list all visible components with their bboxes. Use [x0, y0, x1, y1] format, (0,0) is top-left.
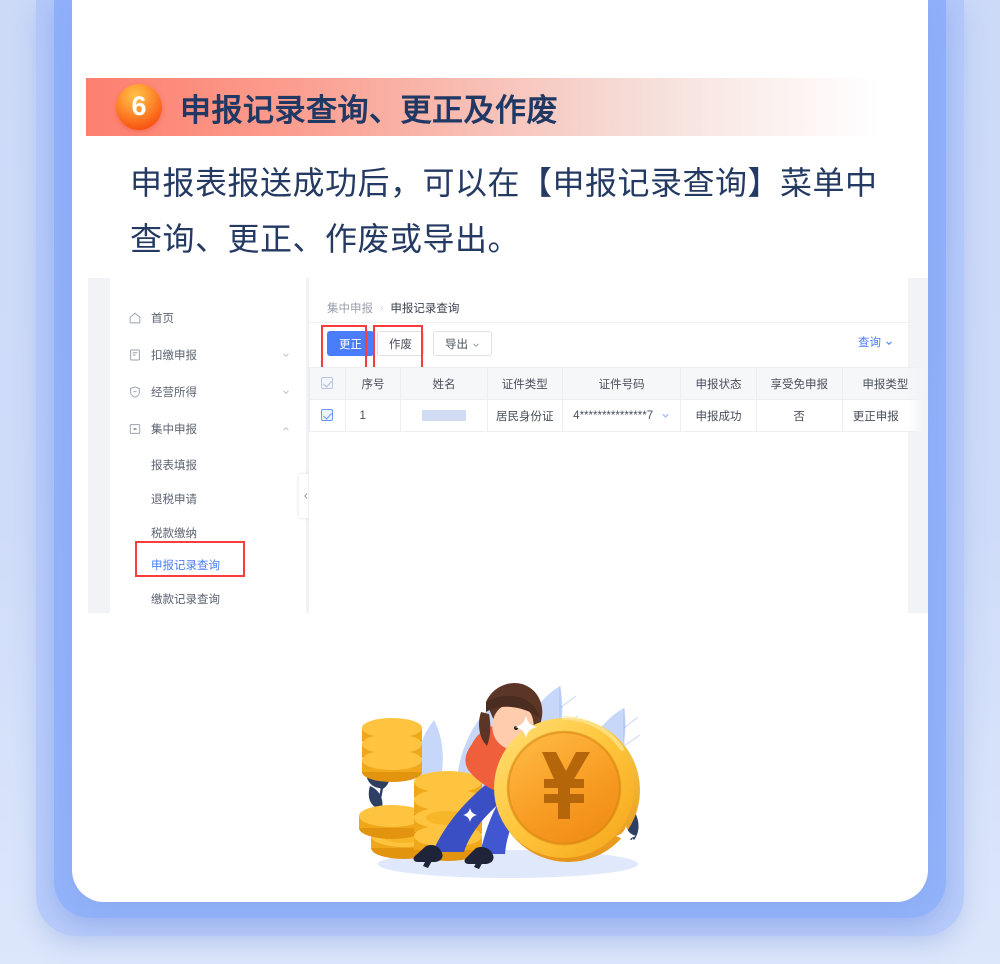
content-card: 6 申报记录查询、更正及作废 申报表报送成功后，可以在【申报记录查询】菜单中查询…: [72, 0, 928, 902]
breadcrumb-current: 申报记录查询: [390, 303, 460, 315]
section-paragraph: 申报表报送成功后，可以在【申报记录查询】菜单中查询、更正、作废或导出。: [130, 165, 878, 257]
export-button[interactable]: 导出: [433, 331, 492, 356]
correct-button[interactable]: 更正: [327, 331, 374, 356]
sidebar-item-payment-record-query[interactable]: 缴款记录查询: [110, 586, 306, 612]
sidebar-item-label: 扣缴申报: [151, 350, 197, 362]
chevron-down-icon: [282, 388, 290, 396]
section-number-badge: 6: [116, 84, 162, 130]
cell-index: 1: [344, 399, 402, 432]
section-title: 申报记录查询、更正及作废: [180, 92, 558, 128]
screenshot-right-fade: [908, 278, 928, 613]
shield-icon: [128, 385, 142, 399]
cell-id-number: 4***************7: [561, 399, 682, 432]
sidebar-item-label: 首页: [151, 313, 174, 325]
cell-exempt: 否: [755, 399, 843, 432]
chevron-down-icon: [472, 340, 480, 348]
row-select-cell[interactable]: [309, 399, 346, 432]
table-row[interactable]: 1 居民身份证 4***************7 申报成功 否 更正申报: [309, 399, 928, 432]
export-button-label: 导出: [445, 338, 468, 351]
query-toggle[interactable]: 查询: [858, 334, 893, 350]
app-main-panel: 集中申报 › 申报记录查询 更正 作废 导出 查询 序号 姓名 证件类型 证件号…: [308, 278, 928, 613]
checkbox-icon[interactable]: [321, 377, 334, 390]
column-header-exempt: 享受免申报: [755, 367, 843, 400]
sidebar-item-centralized-declaration[interactable]: 集中申报: [110, 415, 306, 443]
chevron-down-icon: [885, 338, 893, 346]
table-header-row: 序号 姓名 证件类型 证件号码 申报状态 享受免申报 申报类型: [309, 367, 928, 400]
home-icon: [128, 311, 142, 325]
sidebar-subitem-label: 缴款记录查询: [151, 594, 220, 606]
sidebar-subitem-label: 报表填报: [151, 460, 197, 472]
chevron-up-icon: [282, 425, 290, 433]
column-header-name: 姓名: [400, 367, 488, 400]
sidebar-item-label: 经营所得: [151, 387, 197, 399]
sidebar-item-tax-refund[interactable]: 退税申请: [110, 486, 306, 512]
sidebar-item-tax-payment[interactable]: 税款缴纳: [110, 520, 306, 546]
cell-name: [400, 399, 488, 432]
column-header-index: 序号: [344, 367, 402, 400]
select-all-header[interactable]: [309, 367, 346, 400]
checkbox-icon[interactable]: [321, 409, 334, 422]
app-sidebar: 首页 扣缴申报 经营所得 集中申报 报表填报 退税申请 税款缴纳 申报记录查询 …: [110, 278, 306, 613]
sidebar-item-business-income[interactable]: 经营所得: [110, 378, 306, 406]
box-icon: [128, 422, 142, 436]
void-button[interactable]: 作废: [377, 331, 424, 356]
sidebar-subitem-label: 申报记录查询: [151, 560, 220, 572]
app-toolbar: 更正 作废 导出 查询: [309, 323, 909, 367]
breadcrumb-separator: ›: [380, 302, 384, 314]
declaration-records-table: 序号 姓名 证件类型 证件号码 申报状态 享受免申报 申报类型 1 居民身份证 …: [309, 367, 928, 432]
chevron-down-icon: [282, 351, 290, 359]
void-button-label: 作废: [389, 338, 412, 351]
column-header-id-number: 证件号码: [561, 367, 682, 400]
app-screenshot: 首页 扣缴申报 经营所得 集中申报 报表填报 退税申请 税款缴纳 申报记录查询 …: [88, 278, 928, 613]
sidebar-item-declaration-record-query[interactable]: 申报记录查询: [110, 552, 306, 578]
sidebar-item-form-filling[interactable]: 报表填报: [110, 452, 306, 478]
illustration-woman-pushing-yuan-coin: [330, 640, 670, 900]
cell-id-type: 居民身份证: [486, 399, 563, 432]
id-number-text: 4***************7: [573, 409, 654, 422]
file-icon: [128, 348, 142, 362]
cell-status: 申报成功: [680, 399, 757, 432]
breadcrumb: 集中申报 › 申报记录查询: [327, 300, 459, 316]
redacted-name: [422, 409, 467, 421]
query-toggle-label: 查询: [858, 337, 881, 349]
correct-button-label: 更正: [339, 338, 362, 351]
column-header-id-type: 证件类型: [486, 367, 563, 400]
chevron-down-icon[interactable]: [661, 411, 670, 420]
sidebar-item-label: 集中申报: [151, 424, 197, 436]
sidebar-subitem-label: 税款缴纳: [151, 528, 197, 540]
column-header-status: 申报状态: [680, 367, 757, 400]
sidebar-item-home[interactable]: 首页: [110, 304, 306, 332]
breadcrumb-parent[interactable]: 集中申报: [327, 300, 373, 316]
sidebar-subitem-label: 退税申请: [151, 494, 197, 506]
sidebar-item-withholding[interactable]: 扣缴申报: [110, 341, 306, 369]
section-banner: 6 申报记录查询、更正及作废: [86, 78, 914, 136]
